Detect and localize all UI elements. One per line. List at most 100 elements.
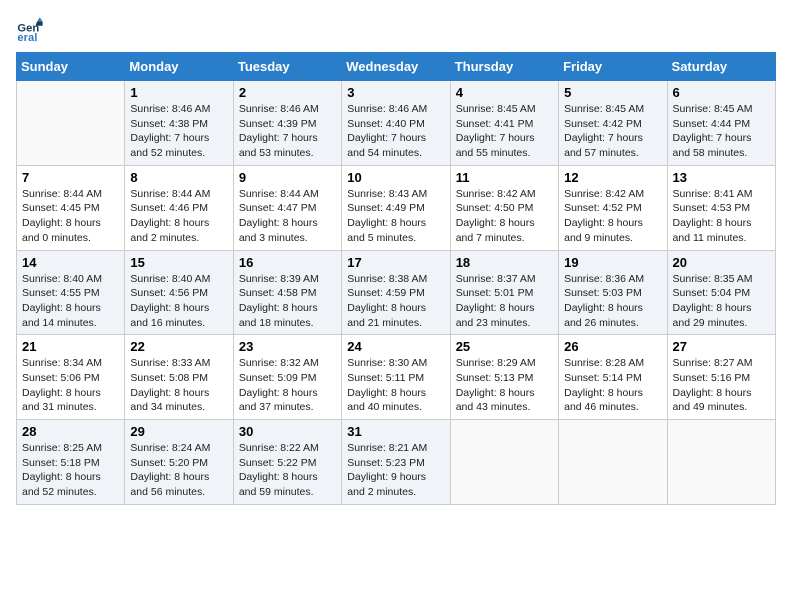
day-number: 15 bbox=[130, 255, 227, 270]
day-header-monday: Monday bbox=[125, 53, 233, 81]
day-detail: Sunrise: 8:42 AM Sunset: 4:52 PM Dayligh… bbox=[564, 187, 661, 246]
day-detail: Sunrise: 8:24 AM Sunset: 5:20 PM Dayligh… bbox=[130, 441, 227, 500]
calendar-cell: 7 Sunrise: 8:44 AM Sunset: 4:45 PM Daylig… bbox=[17, 165, 125, 250]
day-detail: Sunrise: 8:33 AM Sunset: 5:08 PM Dayligh… bbox=[130, 356, 227, 415]
week-row-2: 7 Sunrise: 8:44 AM Sunset: 4:45 PM Daylig… bbox=[17, 165, 776, 250]
calendar-cell: 23 Sunrise: 8:32 AM Sunset: 5:09 PM Dayli… bbox=[233, 335, 341, 420]
calendar-cell: 8 Sunrise: 8:44 AM Sunset: 4:46 PM Daylig… bbox=[125, 165, 233, 250]
day-detail: Sunrise: 8:46 AM Sunset: 4:39 PM Dayligh… bbox=[239, 102, 336, 161]
day-detail: Sunrise: 8:43 AM Sunset: 4:49 PM Dayligh… bbox=[347, 187, 444, 246]
svg-text:eral: eral bbox=[17, 32, 37, 44]
week-row-1: 1 Sunrise: 8:46 AM Sunset: 4:38 PM Daylig… bbox=[17, 81, 776, 166]
calendar-cell bbox=[559, 420, 667, 505]
day-header-saturday: Saturday bbox=[667, 53, 775, 81]
day-detail: Sunrise: 8:27 AM Sunset: 5:16 PM Dayligh… bbox=[673, 356, 770, 415]
calendar-cell: 19Sunrise: 8:36 AM Sunset: 5:03 PM Dayli… bbox=[559, 250, 667, 335]
calendar-cell: 11Sunrise: 8:42 AM Sunset: 4:50 PM Dayli… bbox=[450, 165, 558, 250]
day-detail: Sunrise: 8:22 AM Sunset: 5:22 PM Dayligh… bbox=[239, 441, 336, 500]
day-header-thursday: Thursday bbox=[450, 53, 558, 81]
calendar-cell: 28Sunrise: 8:25 AM Sunset: 5:18 PM Dayli… bbox=[17, 420, 125, 505]
day-number: 10 bbox=[347, 170, 444, 185]
calendar-cell: 9 Sunrise: 8:44 AM Sunset: 4:47 PM Daylig… bbox=[233, 165, 341, 250]
calendar-cell: 14 Sunrise: 8:40 AM Sunset: 4:55 PM Dayli… bbox=[17, 250, 125, 335]
day-number: 30 bbox=[239, 424, 336, 439]
day-detail: Sunrise: 8:30 AM Sunset: 5:11 PM Dayligh… bbox=[347, 356, 444, 415]
day-detail: Sunrise: 8:21 AM Sunset: 5:23 PM Dayligh… bbox=[347, 441, 444, 500]
day-detail: Sunrise: 8:29 AM Sunset: 5:13 PM Dayligh… bbox=[456, 356, 553, 415]
day-header-wednesday: Wednesday bbox=[342, 53, 450, 81]
logo: Gen eral bbox=[16, 16, 48, 44]
calendar-cell: 21 Sunrise: 8:34 AM Sunset: 5:06 PM Dayli… bbox=[17, 335, 125, 420]
week-row-5: 28Sunrise: 8:25 AM Sunset: 5:18 PM Dayli… bbox=[17, 420, 776, 505]
day-number: 1 bbox=[130, 85, 227, 100]
day-detail: Sunrise: 8:42 AM Sunset: 4:50 PM Dayligh… bbox=[456, 187, 553, 246]
calendar-cell: 22 Sunrise: 8:33 AM Sunset: 5:08 PM Dayli… bbox=[125, 335, 233, 420]
day-detail: Sunrise: 8:45 AM Sunset: 4:44 PM Dayligh… bbox=[673, 102, 770, 161]
day-number: 16 bbox=[239, 255, 336, 270]
day-number: 9 bbox=[239, 170, 336, 185]
calendar-cell bbox=[17, 81, 125, 166]
calendar-cell: 31 Sunrise: 8:21 AM Sunset: 5:23 PM Dayli… bbox=[342, 420, 450, 505]
calendar-cell: 18 Sunrise: 8:37 AM Sunset: 5:01 PM Dayli… bbox=[450, 250, 558, 335]
day-header-sunday: Sunday bbox=[17, 53, 125, 81]
calendar-cell: 24 Sunrise: 8:30 AM Sunset: 5:11 PM Dayli… bbox=[342, 335, 450, 420]
day-number: 24 bbox=[347, 339, 444, 354]
day-number: 3 bbox=[347, 85, 444, 100]
day-detail: Sunrise: 8:41 AM Sunset: 4:53 PM Dayligh… bbox=[673, 187, 770, 246]
day-detail: Sunrise: 8:40 AM Sunset: 4:55 PM Dayligh… bbox=[22, 272, 119, 331]
calendar-cell: 27 Sunrise: 8:27 AM Sunset: 5:16 PM Dayli… bbox=[667, 335, 775, 420]
day-number: 14 bbox=[22, 255, 119, 270]
calendar-cell: 5 Sunrise: 8:45 AM Sunset: 4:42 PM Daylig… bbox=[559, 81, 667, 166]
calendar-cell: 4 Sunrise: 8:45 AM Sunset: 4:41 PM Daylig… bbox=[450, 81, 558, 166]
day-detail: Sunrise: 8:34 AM Sunset: 5:06 PM Dayligh… bbox=[22, 356, 119, 415]
day-number: 25 bbox=[456, 339, 553, 354]
calendar-cell bbox=[450, 420, 558, 505]
calendar-cell: 10 Sunrise: 8:43 AM Sunset: 4:49 PM Dayli… bbox=[342, 165, 450, 250]
day-number: 4 bbox=[456, 85, 553, 100]
day-number: 12 bbox=[564, 170, 661, 185]
day-detail: Sunrise: 8:38 AM Sunset: 4:59 PM Dayligh… bbox=[347, 272, 444, 331]
day-number: 22 bbox=[130, 339, 227, 354]
day-number: 13 bbox=[673, 170, 770, 185]
week-row-3: 14 Sunrise: 8:40 AM Sunset: 4:55 PM Dayli… bbox=[17, 250, 776, 335]
calendar-cell: 17Sunrise: 8:38 AM Sunset: 4:59 PM Dayli… bbox=[342, 250, 450, 335]
calendar-table: SundayMondayTuesdayWednesdayThursdayFrid… bbox=[16, 52, 776, 505]
calendar-cell: 1 Sunrise: 8:46 AM Sunset: 4:38 PM Daylig… bbox=[125, 81, 233, 166]
day-detail: Sunrise: 8:40 AM Sunset: 4:56 PM Dayligh… bbox=[130, 272, 227, 331]
day-number: 21 bbox=[22, 339, 119, 354]
calendar-cell: 20Sunrise: 8:35 AM Sunset: 5:04 PM Dayli… bbox=[667, 250, 775, 335]
day-detail: Sunrise: 8:35 AM Sunset: 5:04 PM Dayligh… bbox=[673, 272, 770, 331]
day-number: 2 bbox=[239, 85, 336, 100]
day-number: 26 bbox=[564, 339, 661, 354]
logo-icon: Gen eral bbox=[16, 16, 44, 44]
day-detail: Sunrise: 8:46 AM Sunset: 4:40 PM Dayligh… bbox=[347, 102, 444, 161]
day-detail: Sunrise: 8:44 AM Sunset: 4:47 PM Dayligh… bbox=[239, 187, 336, 246]
day-detail: Sunrise: 8:32 AM Sunset: 5:09 PM Dayligh… bbox=[239, 356, 336, 415]
calendar-cell: 25 Sunrise: 8:29 AM Sunset: 5:13 PM Dayli… bbox=[450, 335, 558, 420]
day-detail: Sunrise: 8:25 AM Sunset: 5:18 PM Dayligh… bbox=[22, 441, 119, 500]
day-number: 6 bbox=[673, 85, 770, 100]
calendar-body: 1 Sunrise: 8:46 AM Sunset: 4:38 PM Daylig… bbox=[17, 81, 776, 505]
day-detail: Sunrise: 8:46 AM Sunset: 4:38 PM Dayligh… bbox=[130, 102, 227, 161]
day-detail: Sunrise: 8:45 AM Sunset: 4:41 PM Dayligh… bbox=[456, 102, 553, 161]
calendar-cell: 6 Sunrise: 8:45 AM Sunset: 4:44 PM Daylig… bbox=[667, 81, 775, 166]
day-detail: Sunrise: 8:45 AM Sunset: 4:42 PM Dayligh… bbox=[564, 102, 661, 161]
day-number: 18 bbox=[456, 255, 553, 270]
calendar-cell: 29Sunrise: 8:24 AM Sunset: 5:20 PM Dayli… bbox=[125, 420, 233, 505]
day-number: 31 bbox=[347, 424, 444, 439]
day-detail: Sunrise: 8:39 AM Sunset: 4:58 PM Dayligh… bbox=[239, 272, 336, 331]
day-detail: Sunrise: 8:44 AM Sunset: 4:45 PM Dayligh… bbox=[22, 187, 119, 246]
day-number: 27 bbox=[673, 339, 770, 354]
day-header-friday: Friday bbox=[559, 53, 667, 81]
calendar-cell: 30 Sunrise: 8:22 AM Sunset: 5:22 PM Dayli… bbox=[233, 420, 341, 505]
day-number: 8 bbox=[130, 170, 227, 185]
day-number: 23 bbox=[239, 339, 336, 354]
day-detail: Sunrise: 8:44 AM Sunset: 4:46 PM Dayligh… bbox=[130, 187, 227, 246]
day-detail: Sunrise: 8:37 AM Sunset: 5:01 PM Dayligh… bbox=[456, 272, 553, 331]
day-detail: Sunrise: 8:28 AM Sunset: 5:14 PM Dayligh… bbox=[564, 356, 661, 415]
calendar-cell: 12 Sunrise: 8:42 AM Sunset: 4:52 PM Dayli… bbox=[559, 165, 667, 250]
day-number: 5 bbox=[564, 85, 661, 100]
day-number: 7 bbox=[22, 170, 119, 185]
calendar-cell: 26 Sunrise: 8:28 AM Sunset: 5:14 PM Dayli… bbox=[559, 335, 667, 420]
day-header-tuesday: Tuesday bbox=[233, 53, 341, 81]
